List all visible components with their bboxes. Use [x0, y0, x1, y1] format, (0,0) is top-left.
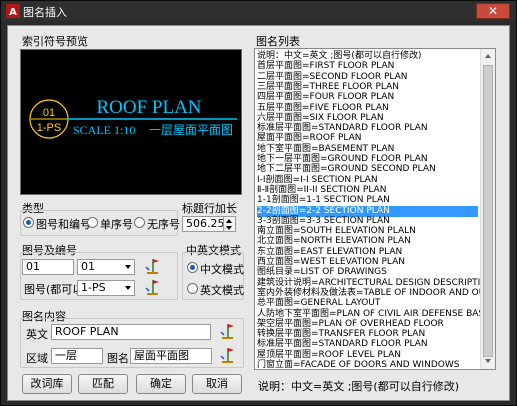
circle-bottom-text: 1-PS [37, 122, 61, 134]
scroll-up-icon[interactable] [482, 50, 494, 62]
radio-type-none-label: 无序号 [147, 218, 180, 231]
radio-type-single[interactable] [87, 217, 98, 228]
drawing-no-combo[interactable]: 1-PS [77, 280, 135, 296]
title-row-extend-spinner[interactable] [224, 216, 236, 232]
chevron-down-icon [125, 265, 131, 269]
pick-en-title-icon[interactable] [219, 323, 236, 340]
zone-label: 区域 [26, 352, 48, 365]
number-combo[interactable]: 01 [77, 259, 135, 275]
en-label: 英文 [26, 328, 48, 341]
preview-scale: SCALE 1:10 [73, 123, 135, 137]
preview-canvas: 01 1-PS ROOF PLAN SCALE 1:10 一层屋面平面图 [20, 49, 242, 195]
title-bar[interactable]: A 图名插入 ✕ [1, 1, 516, 21]
list-item[interactable]: 门窗立面=FACADE OF DOORS AND WINDOWS [257, 360, 459, 369]
zone-input[interactable]: 一层 [51, 348, 103, 364]
spin-up-icon[interactable] [226, 219, 232, 223]
modify-library-button[interactable]: 改词库 [22, 374, 72, 394]
spin-down-icon[interactable] [226, 226, 232, 230]
pick-drawing-no-icon[interactable] [144, 279, 161, 296]
radio-lang-chinese[interactable] [187, 262, 198, 273]
window-title: 图名插入 [23, 6, 67, 19]
close-button[interactable]: ✕ [476, 3, 510, 19]
title-row-extend-label: 标题行加长 [182, 202, 237, 215]
radio-type-drawing-number-label: 图号和编号 [36, 218, 91, 231]
chevron-down-icon [125, 286, 131, 290]
preview-drawing: 01 1-PS ROOF PLAN SCALE 1:10 一层屋面平面图 [29, 97, 237, 139]
radio-lang-chinese-label: 中文模式 [200, 263, 244, 276]
name-label: 图名 [107, 352, 129, 365]
drawing-no-label: 图号(都可以 [24, 283, 84, 296]
svg-text:A: A [9, 7, 17, 18]
preview-title-cn: 一层屋面平面图 [149, 123, 233, 137]
type-group: 图号和编号 单序号 无序号 [20, 210, 180, 236]
close-icon: ✕ [487, 4, 499, 18]
cancel-button[interactable]: 取消 [192, 374, 242, 394]
number-combo-value: 01 [81, 260, 95, 273]
scroll-thumb[interactable] [483, 65, 493, 357]
scroll-down-icon[interactable] [482, 355, 494, 367]
pick-number-icon[interactable] [144, 258, 161, 275]
radio-type-none[interactable] [134, 217, 145, 228]
title-list[interactable]: 说明：中文=英文 ;图号(都可以自行修改) 首层平面图=FIRST FLOOR P… [254, 48, 496, 370]
circle-top-text: 01 [43, 107, 55, 119]
preview-label: 索引符号预览 [22, 35, 88, 48]
name-input[interactable]: 屋面平面图 [130, 348, 212, 364]
en-title-input[interactable]: ROOF PLAN [51, 324, 211, 340]
dialog-body: 索引符号预览 01 1-PS ROOF PLAN SCALE 1:10 一层屋面… [7, 25, 510, 401]
list-scrollbar[interactable] [480, 49, 495, 369]
lang-mode-group: 中文模式 英文模式 [182, 252, 244, 300]
radio-lang-english-label: 英文模式 [200, 284, 244, 297]
title-row-extend-input[interactable]: 506.25 [182, 216, 224, 232]
match-button[interactable]: 匹配 [78, 374, 128, 394]
number-input[interactable]: 01 [22, 259, 74, 275]
dialog-window: A 图名插入 ✕ 索引符号预览 01 1-PS ROOF PLAN SCALE … [0, 0, 517, 406]
preview-title-en: ROOF PLAN [96, 97, 201, 118]
radio-type-single-label: 单序号 [100, 218, 133, 231]
list-label: 图名列表 [256, 35, 300, 48]
footer-note: 说明：中文=英文 ;图号(都可以自行修改) [258, 380, 460, 393]
radio-lang-english[interactable] [187, 283, 198, 294]
ok-button[interactable]: 确定 [136, 374, 186, 394]
pick-name-icon[interactable] [219, 347, 236, 364]
radio-type-drawing-number[interactable] [23, 217, 34, 228]
drawing-no-combo-value: 1-PS [81, 281, 106, 294]
app-icon: A [6, 4, 20, 18]
